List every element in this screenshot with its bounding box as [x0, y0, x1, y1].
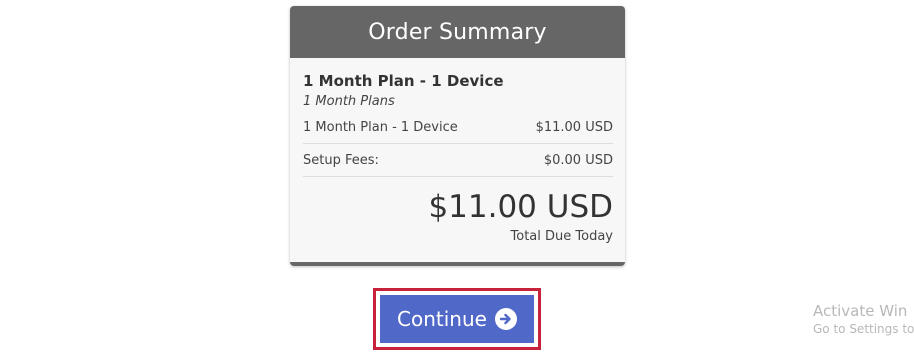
continue-button-highlight: Continue — [373, 288, 541, 350]
line-item-label: Setup Fees: — [303, 152, 379, 168]
line-item-plan: 1 Month Plan - 1 Device $11.00 USD — [303, 111, 613, 144]
continue-button[interactable]: Continue — [380, 295, 534, 343]
product-group: 1 Month Plans — [303, 94, 395, 109]
continue-button-label: Continue — [397, 307, 487, 331]
arrow-circle-right-icon — [494, 308, 517, 330]
order-summary-title: Order Summary — [290, 6, 625, 58]
order-summary-body: 1 Month Plan - 1 Device 1 Month Plans 1 … — [290, 58, 625, 262]
watermark-line-1: Activate Win — [813, 302, 908, 320]
watermark-line-2: Go to Settings to — [813, 322, 914, 336]
card-bottom-bar — [290, 262, 625, 266]
total-due-label: Total Due Today — [510, 229, 613, 244]
line-item-label: 1 Month Plan - 1 Device — [303, 119, 458, 135]
line-item-setup-fees: Setup Fees: $0.00 USD — [303, 144, 613, 177]
activate-windows-watermark: Activate Win Go to Settings to — [813, 302, 914, 336]
line-item-amount: $11.00 USD — [535, 119, 613, 135]
product-name: 1 Month Plan - 1 Device — [303, 72, 504, 90]
checkout-page: Order Summary 1 Month Plan - 1 Device 1 … — [0, 0, 914, 354]
line-item-amount: $0.00 USD — [543, 152, 613, 168]
total-due-amount: $11.00 USD — [428, 189, 613, 225]
order-summary-card: Order Summary 1 Month Plan - 1 Device 1 … — [290, 6, 625, 266]
